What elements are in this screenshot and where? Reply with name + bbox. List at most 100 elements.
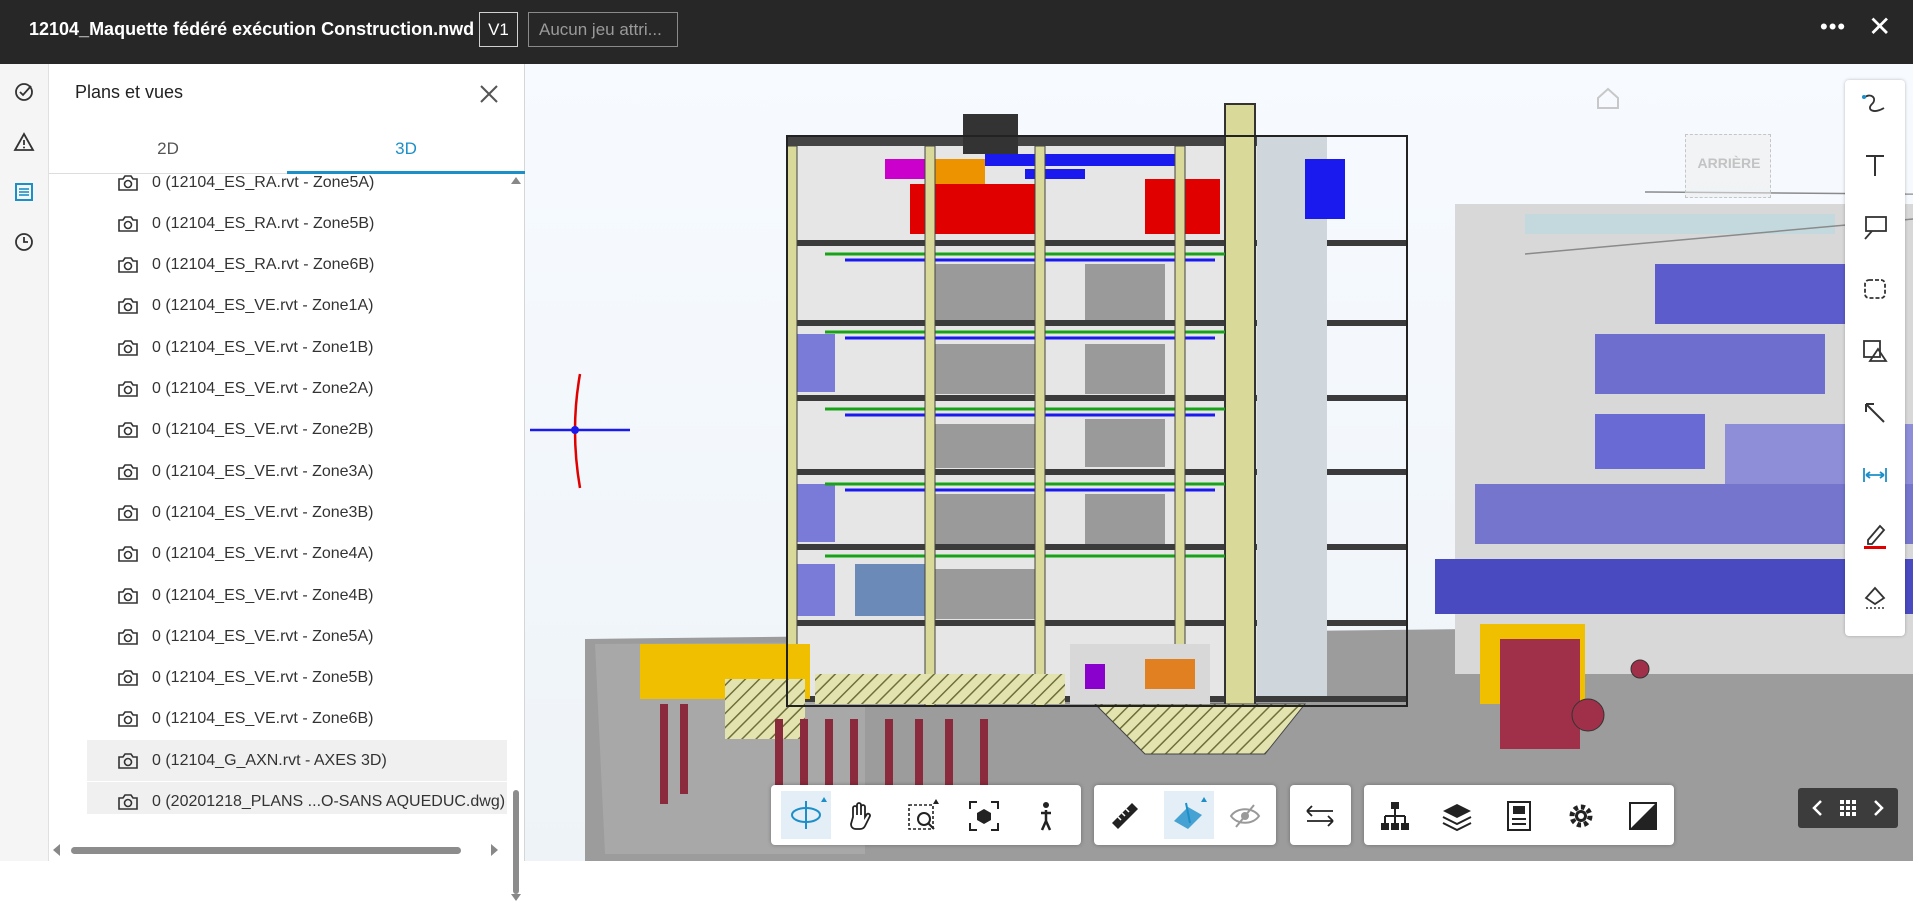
measure-section-toolbar xyxy=(1094,785,1276,845)
view-cube-face-label: ARRIÈRE xyxy=(1697,155,1761,171)
view-list-item[interactable]: 0 (12104_ES_VE.rvt - Zone5B) xyxy=(87,658,507,699)
walk-person-icon[interactable] xyxy=(1029,799,1063,833)
camera-icon xyxy=(117,793,139,811)
more-options-button[interactable]: ••• xyxy=(1820,14,1846,40)
model-toolbar xyxy=(1364,785,1674,845)
camera-icon xyxy=(117,380,139,398)
measure-ruler-icon[interactable] xyxy=(1108,799,1142,833)
camera-icon xyxy=(117,215,139,233)
plans-views-panel: Plans et vues 2D 3D 0 (12104_ES_RA.rvt -… xyxy=(49,64,525,901)
view-label: 0 (12104_ES_VE.rvt - Zone6B) xyxy=(152,710,374,728)
freehand-draw-icon[interactable] xyxy=(1860,90,1890,120)
view-label: 0 (12104_ES_VE.rvt - Zone3B) xyxy=(152,503,374,521)
view-list-item[interactable]: 0 (12104_G_AXN.rvt - AXES 3D) xyxy=(87,740,507,782)
view-list-item[interactable]: 0 (12104_ES_RA.rvt - Zone5A) xyxy=(87,174,507,203)
compare-toolbar xyxy=(1290,785,1351,845)
top-bar: 12104_Maquette fédéré exécution Construc… xyxy=(0,0,1913,64)
pen-color-icon[interactable] xyxy=(1860,520,1890,550)
sheets-views-icon[interactable] xyxy=(10,178,38,206)
previous-chevron-icon[interactable] xyxy=(1806,796,1830,820)
view-label: 0 (12104_ES_RA.rvt - Zone5A) xyxy=(152,174,375,191)
camera-icon xyxy=(117,752,139,770)
views-list: 0 (12104_ES_RA.rvt - Zone5A) 0 (12104_ES_… xyxy=(49,174,507,814)
camera-icon xyxy=(117,628,139,646)
fit-to-view-icon[interactable] xyxy=(967,799,1001,833)
home-view-icon[interactable] xyxy=(1595,86,1621,110)
grid-view-icon[interactable] xyxy=(1836,796,1860,820)
view-list-item[interactable]: 0 (12104_ES_RA.rvt - Zone5B) xyxy=(87,203,507,244)
view-list-item[interactable]: 0 (12104_ES_VE.rvt - Zone4A) xyxy=(87,534,507,575)
zoom-window-icon[interactable] xyxy=(906,799,940,833)
camera-icon xyxy=(117,710,139,728)
layers-icon[interactable] xyxy=(1440,799,1474,833)
view-list-item[interactable]: 0 (20201218_PLANS ...O-SANS AQUEDUC.dwg) xyxy=(87,781,507,814)
camera-icon xyxy=(117,421,139,439)
issues-check-icon[interactable] xyxy=(10,78,38,106)
camera-icon xyxy=(117,504,139,522)
view-label: 0 (12104_ES_RA.rvt - Zone6B) xyxy=(152,256,375,274)
view-label: 0 (12104_ES_VE.rvt - Zone5B) xyxy=(152,669,374,687)
view-label: 0 (12104_ES_VE.rvt - Zone4A) xyxy=(152,545,374,563)
camera-icon xyxy=(117,297,139,315)
next-chevron-icon[interactable] xyxy=(1866,796,1890,820)
section-plane-icon[interactable] xyxy=(1164,791,1214,839)
view-label: 0 (12104_ES_VE.rvt - Zone1B) xyxy=(152,338,374,356)
view-list-item[interactable]: 0 (12104_ES_VE.rvt - Zone2A) xyxy=(87,369,507,410)
version-badge[interactable]: V1 xyxy=(479,12,518,47)
view-label: 0 (12104_G_AXN.rvt - AXES 3D) xyxy=(152,751,387,769)
settings-gear-icon[interactable] xyxy=(1564,799,1598,833)
fullscreen-icon[interactable] xyxy=(1626,799,1660,833)
view-list-item[interactable]: 0 (12104_ES_RA.rvt - Zone6B) xyxy=(87,245,507,286)
view-label: 0 (12104_ES_VE.rvt - Zone4B) xyxy=(152,586,374,604)
view-label: 0 (12104_ES_VE.rvt - Zone2B) xyxy=(152,421,374,439)
arrow-tool-icon[interactable] xyxy=(1860,398,1890,428)
view-label: 0 (12104_ES_VE.rvt - Zone2A) xyxy=(152,380,374,397)
camera-icon xyxy=(117,174,139,192)
dimension-tool-icon[interactable] xyxy=(1860,460,1890,490)
view-cube[interactable]: ARRIÈRE xyxy=(1685,134,1771,198)
warning-icon[interactable] xyxy=(10,128,38,156)
history-clock-icon[interactable] xyxy=(10,228,38,256)
panel-title: Plans et vues xyxy=(75,82,184,102)
attribute-set-dropdown[interactable]: Aucun jeu attri... xyxy=(528,12,678,47)
vertical-scrollbar[interactable] xyxy=(507,174,525,904)
view-type-tabs: 2D 3D xyxy=(49,126,525,174)
3d-viewport[interactable]: ARRIÈRE xyxy=(525,64,1913,861)
visibility-eye-icon[interactable] xyxy=(1228,799,1262,833)
view-list-item[interactable]: 0 (12104_ES_VE.rvt - Zone4B) xyxy=(87,575,507,616)
tab-2d[interactable]: 2D xyxy=(49,126,287,174)
view-label: 0 (12104_ES_RA.rvt - Zone5B) xyxy=(152,214,375,232)
camera-icon xyxy=(117,256,139,274)
view-label: 0 (20201218_PLANS ...O-SANS AQUEDUC.dwg) xyxy=(152,793,506,810)
fill-tool-icon[interactable] xyxy=(1860,582,1890,612)
markup-toolbar xyxy=(1845,80,1905,636)
cloud-tool-icon[interactable] xyxy=(1860,274,1890,304)
view-label: 0 (12104_ES_VE.rvt - Zone1A) xyxy=(152,297,374,315)
view-list-item[interactable]: 0 (12104_ES_VE.rvt - Zone3A) xyxy=(87,451,507,492)
sheet-navigation xyxy=(1798,788,1898,828)
camera-icon xyxy=(117,463,139,481)
text-tool-icon[interactable] xyxy=(1860,150,1890,180)
left-icon-rail xyxy=(0,64,49,861)
view-list-item[interactable]: 0 (12104_ES_VE.rvt - Zone1A) xyxy=(87,286,507,327)
view-list-item[interactable]: 0 (12104_ES_VE.rvt - Zone6B) xyxy=(87,699,507,740)
shape-tool-icon[interactable] xyxy=(1860,336,1890,366)
tab-3d[interactable]: 3D xyxy=(287,126,525,174)
model-browser-icon[interactable] xyxy=(1378,799,1412,833)
callout-tool-icon[interactable] xyxy=(1860,212,1890,242)
compare-arrows-icon[interactable] xyxy=(1303,799,1337,833)
camera-icon xyxy=(117,339,139,357)
view-list-item[interactable]: 0 (12104_ES_VE.rvt - Zone5A) xyxy=(87,616,507,657)
close-panel-icon[interactable] xyxy=(475,80,503,108)
pan-hand-icon[interactable] xyxy=(843,799,877,833)
view-label: 0 (12104_ES_VE.rvt - Zone3A) xyxy=(152,462,374,480)
view-label: 0 (12104_ES_VE.rvt - Zone5A) xyxy=(152,627,374,645)
navigation-toolbar xyxy=(771,785,1081,845)
view-list-item[interactable]: 0 (12104_ES_VE.rvt - Zone1B) xyxy=(87,327,507,368)
close-viewer-button[interactable]: ✕ xyxy=(1868,12,1891,42)
view-list-item[interactable]: 0 (12104_ES_VE.rvt - Zone2B) xyxy=(87,410,507,451)
properties-icon[interactable] xyxy=(1502,799,1536,833)
horizontal-scrollbar[interactable] xyxy=(49,840,507,860)
view-list-item[interactable]: 0 (12104_ES_VE.rvt - Zone3B) xyxy=(87,492,507,533)
orbit-tool-icon[interactable] xyxy=(781,791,831,839)
